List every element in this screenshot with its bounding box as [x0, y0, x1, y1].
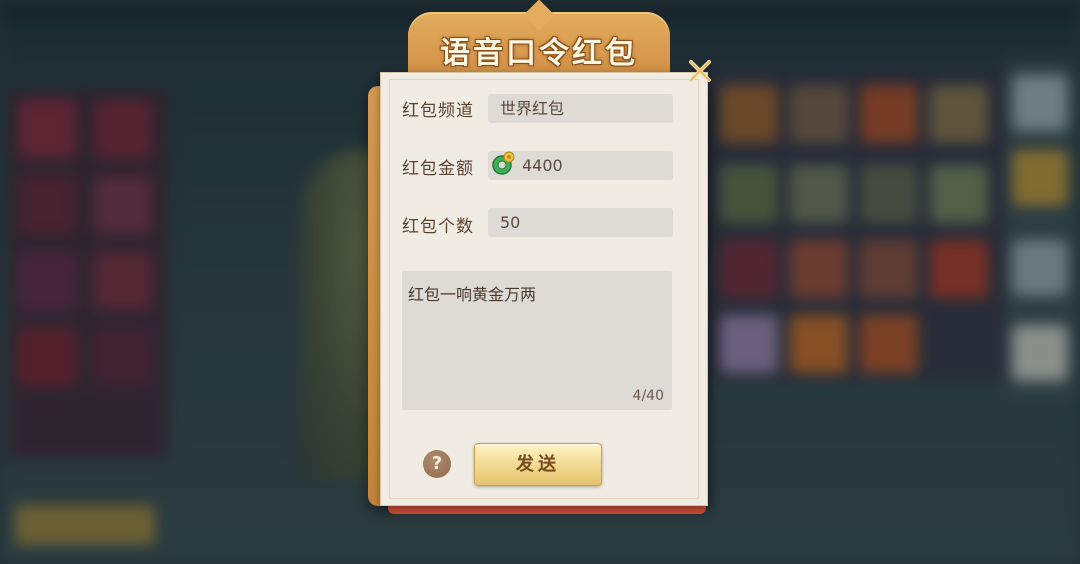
dialog-title: 语音口令红包 — [440, 36, 638, 71]
character-counter: 4/40 — [632, 388, 664, 404]
message-textarea[interactable]: 红包一响黄金万两 4/40 — [402, 271, 672, 410]
count-label: 红包个数 — [402, 217, 474, 237]
jade-currency-icon — [490, 151, 516, 177]
message-text: 红包一响黄金万两 — [408, 285, 537, 304]
channel-field[interactable]: 世界红包 — [488, 94, 673, 123]
channel-label: 红包频道 — [402, 101, 474, 121]
close-icon[interactable] — [683, 54, 717, 88]
count-field[interactable]: 50 — [488, 208, 673, 237]
amount-label: 红包金额 — [402, 159, 474, 179]
help-button[interactable]: ? — [423, 450, 451, 478]
send-button[interactable]: 发送 — [474, 443, 602, 486]
